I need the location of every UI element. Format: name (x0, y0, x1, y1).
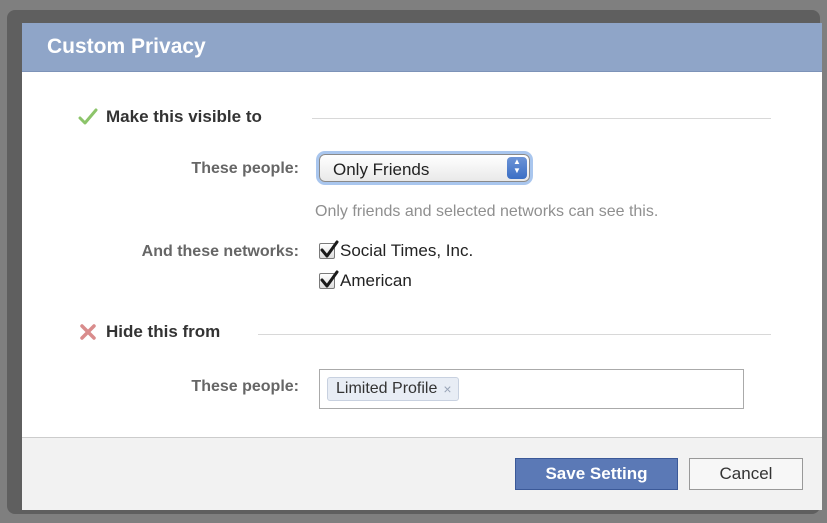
network-option-american[interactable]: American (319, 270, 412, 292)
hide-section-divider (258, 334, 771, 335)
networks-label: And these networks: (141, 243, 299, 260)
checkmark-icon (320, 270, 339, 288)
visible-section-label: Make this visible to (106, 107, 262, 126)
network-checkbox[interactable] (319, 270, 339, 289)
network-label: Social Times, Inc. (340, 241, 474, 260)
checkmark-icon (320, 240, 339, 258)
network-label: American (340, 271, 412, 290)
cancel-button[interactable]: Cancel (689, 458, 803, 490)
select-arrows-icon: ▲ ▼ (507, 157, 527, 179)
hide-section-heading: Hide this from (78, 322, 220, 342)
visibility-hint: Only friends and selected networks can s… (315, 203, 659, 220)
people-select[interactable]: Only Friends ▲ ▼ (319, 154, 530, 182)
dialog-titlebar: Custom Privacy (22, 23, 822, 72)
visible-people-label: These people: (191, 160, 299, 177)
dialog-footer: Save Setting Cancel (22, 437, 822, 510)
network-checkbox[interactable] (319, 240, 339, 259)
network-option-social-times[interactable]: Social Times, Inc. (319, 240, 473, 262)
hide-section-label: Hide this from (106, 322, 221, 341)
hidden-people-label: These people: (191, 378, 299, 395)
token-limited-profile[interactable]: Limited Profile × (327, 377, 459, 401)
visible-section-heading: Make this visible to (78, 107, 262, 127)
people-select-value: Only Friends (333, 160, 430, 179)
check-icon (78, 108, 98, 125)
save-setting-button[interactable]: Save Setting (515, 458, 678, 490)
hidden-people-input[interactable]: Limited Profile × (319, 369, 744, 409)
custom-privacy-dialog: Custom Privacy Make this visible to Thes… (22, 23, 822, 510)
visible-section-divider (312, 118, 771, 119)
token-label: Limited Profile (336, 380, 438, 397)
remove-token-icon[interactable]: × (443, 381, 451, 397)
dialog-title: Custom Privacy (47, 35, 206, 58)
x-icon (80, 324, 96, 340)
